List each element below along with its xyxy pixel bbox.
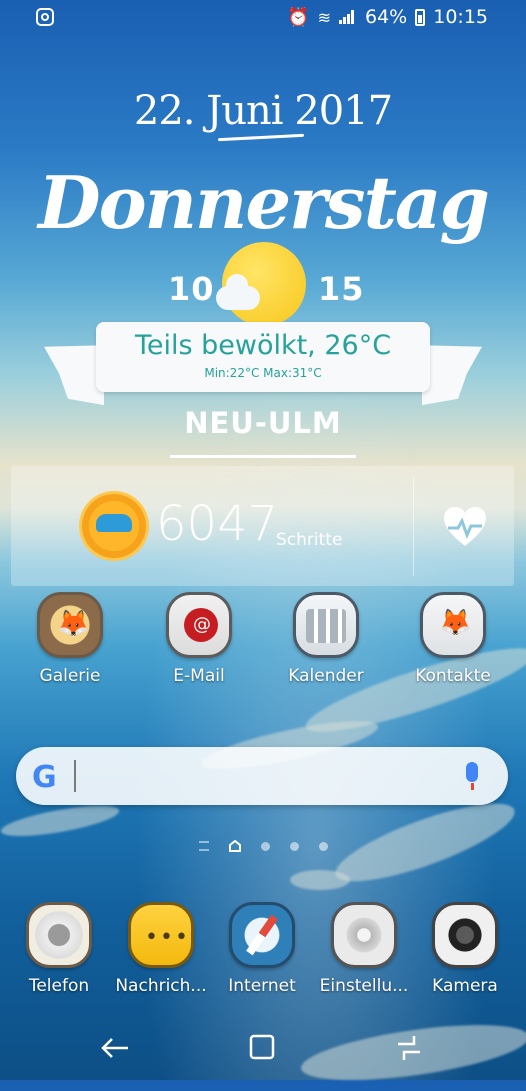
- dock-kamera[interactable]: Kamera: [415, 902, 515, 996]
- clock-minutes: 15: [318, 270, 365, 308]
- battery-icon: [415, 8, 426, 26]
- dock-telefon[interactable]: Telefon: [9, 902, 109, 996]
- browser-icon: [229, 902, 295, 968]
- back-icon[interactable]: [100, 1034, 130, 1062]
- page-dot[interactable]: [318, 841, 328, 851]
- date-day: 22.: [133, 88, 196, 134]
- app-label: Nachrich...: [115, 976, 207, 996]
- page-dot[interactable]: [260, 841, 270, 851]
- settings-icon: [331, 902, 397, 968]
- steps-label: Schritte: [276, 530, 343, 550]
- navigation-bar: [0, 1030, 526, 1070]
- home-button-icon[interactable]: [248, 1032, 276, 1062]
- date-month: Juni: [206, 88, 283, 134]
- app-label: Kamera: [432, 976, 498, 996]
- gallery-icon: 🦊: [37, 592, 103, 658]
- calendar-icon: [293, 592, 359, 658]
- status-icons: ⏰ ≋ 64% 10:15: [287, 6, 488, 28]
- page-indicator-list[interactable]: [198, 841, 209, 851]
- app-label: Kalender: [288, 666, 364, 686]
- search-caret: [74, 760, 76, 792]
- weather-condition: Teils bewölkt, 26°C: [134, 330, 392, 361]
- date-text: 22. Juni 2017: [0, 88, 526, 134]
- app-label: Galerie: [39, 666, 101, 686]
- app-label: Kontakte: [415, 666, 491, 686]
- weather-minmax: Min:22°C Max:31°C: [204, 366, 322, 380]
- microphone-stem: [471, 783, 474, 790]
- camera-icon: [432, 902, 498, 968]
- signal-icon: [339, 10, 357, 24]
- ribbon-left-tail: [44, 335, 104, 406]
- status-time: 10:15: [433, 6, 488, 28]
- app-kalender[interactable]: Kalender: [276, 592, 376, 686]
- email-icon: @: [166, 592, 232, 658]
- date-underline: [217, 133, 305, 142]
- messages-icon: •••: [128, 902, 194, 968]
- phone-icon: [26, 902, 92, 968]
- heart-rate-icon[interactable]: [442, 506, 488, 548]
- recent-apps-icon[interactable]: [394, 1034, 424, 1062]
- ribbon-right-tail: [422, 335, 482, 406]
- app-label: Internet: [228, 976, 296, 996]
- alarm-icon: ⏰: [287, 6, 310, 28]
- home-page-icon[interactable]: [228, 840, 241, 852]
- google-logo-icon: G: [32, 760, 57, 795]
- dock-internet[interactable]: Internet: [212, 902, 312, 996]
- microphone-icon[interactable]: [466, 762, 478, 782]
- weekday-text: Donnerstag: [38, 160, 490, 245]
- page-indicator: [0, 840, 526, 852]
- clock-hours: 10: [168, 270, 215, 308]
- city-underline: [170, 455, 356, 458]
- city-name: NEU-ULM: [184, 406, 342, 440]
- app-label: Einstellu...: [319, 976, 409, 996]
- steps-divider: [413, 476, 414, 576]
- battery-percent: 64%: [365, 6, 408, 28]
- app-kontakte[interactable]: 🦊 Kontakte: [403, 592, 503, 686]
- wallpaper-island: [0, 799, 121, 843]
- date-year: 2017: [294, 88, 393, 134]
- instagram-icon: [36, 8, 54, 26]
- search-input[interactable]: [82, 756, 446, 798]
- status-bar: ⏰ ≋ 64% 10:15: [0, 0, 526, 36]
- shoe-icon: [96, 514, 132, 532]
- wallpaper-island: [290, 870, 350, 890]
- wifi-icon: ≋: [317, 7, 331, 27]
- app-galerie[interactable]: 🦊 Galerie: [20, 592, 120, 686]
- steps-count: 6047: [156, 496, 279, 552]
- contacts-icon: 🦊: [420, 592, 486, 658]
- page-dot[interactable]: [289, 841, 299, 851]
- app-label: Telefon: [28, 976, 90, 996]
- cloud-icon: [216, 274, 260, 310]
- dock-einstellungen[interactable]: Einstellu...: [314, 902, 414, 996]
- app-label: E-Mail: [173, 666, 225, 686]
- dock-nachrichten[interactable]: ••• Nachrich...: [111, 902, 211, 996]
- app-email[interactable]: @ E-Mail: [149, 592, 249, 686]
